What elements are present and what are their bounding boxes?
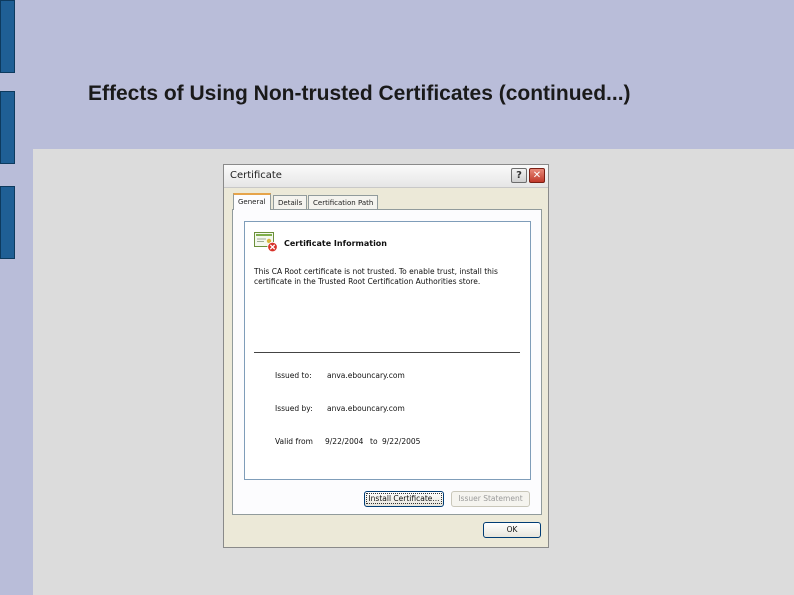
accent-bar-bottom [0, 186, 15, 259]
valid-from-value: 9/22/2004 [325, 437, 364, 446]
dialog-titlebar[interactable]: Certificate ? ✕ [224, 165, 548, 188]
install-certificate-button[interactable]: Install Certificate... [364, 491, 444, 507]
dialog-title: Certificate [230, 170, 282, 181]
certificate-info-heading: Certificate Information [284, 239, 387, 248]
close-button[interactable]: ✕ [529, 168, 545, 183]
certificate-info-box: Certificate Information This CA Root cer… [244, 221, 531, 480]
ok-button[interactable]: OK [483, 522, 541, 538]
general-tab-panel: Certificate Information This CA Root cer… [232, 209, 542, 515]
issued-to-value: anva.ebouncary.com [327, 371, 405, 380]
slide-title: Effects of Using Non-trusted Certificate… [88, 82, 631, 105]
tab-details[interactable]: Details [273, 195, 308, 209]
divider [254, 352, 520, 353]
issued-by-value: anva.ebouncary.com [327, 404, 405, 413]
valid-to-word: to [370, 437, 378, 446]
accent-bar-top [0, 0, 15, 73]
tab-general[interactable]: General [233, 193, 271, 210]
issuer-statement-button[interactable]: Issuer Statement [451, 491, 530, 507]
help-button[interactable]: ? [511, 168, 527, 183]
certificate-dialog: Certificate ? ✕ General Details Certific… [223, 164, 549, 548]
accent-bar-middle [0, 91, 15, 164]
tab-certification-path[interactable]: Certification Path [308, 195, 379, 209]
install-certificate-label: Install Certificate... [366, 493, 442, 504]
valid-from-label: Valid from [275, 437, 313, 446]
issued-to-label: Issued to: [275, 371, 312, 380]
trust-warning-text: This CA Root certificate is not trusted.… [254, 267, 498, 286]
valid-to-value: 9/22/2005 [382, 437, 421, 446]
certificate-error-icon [254, 232, 278, 252]
issued-by-label: Issued by: [275, 404, 313, 413]
